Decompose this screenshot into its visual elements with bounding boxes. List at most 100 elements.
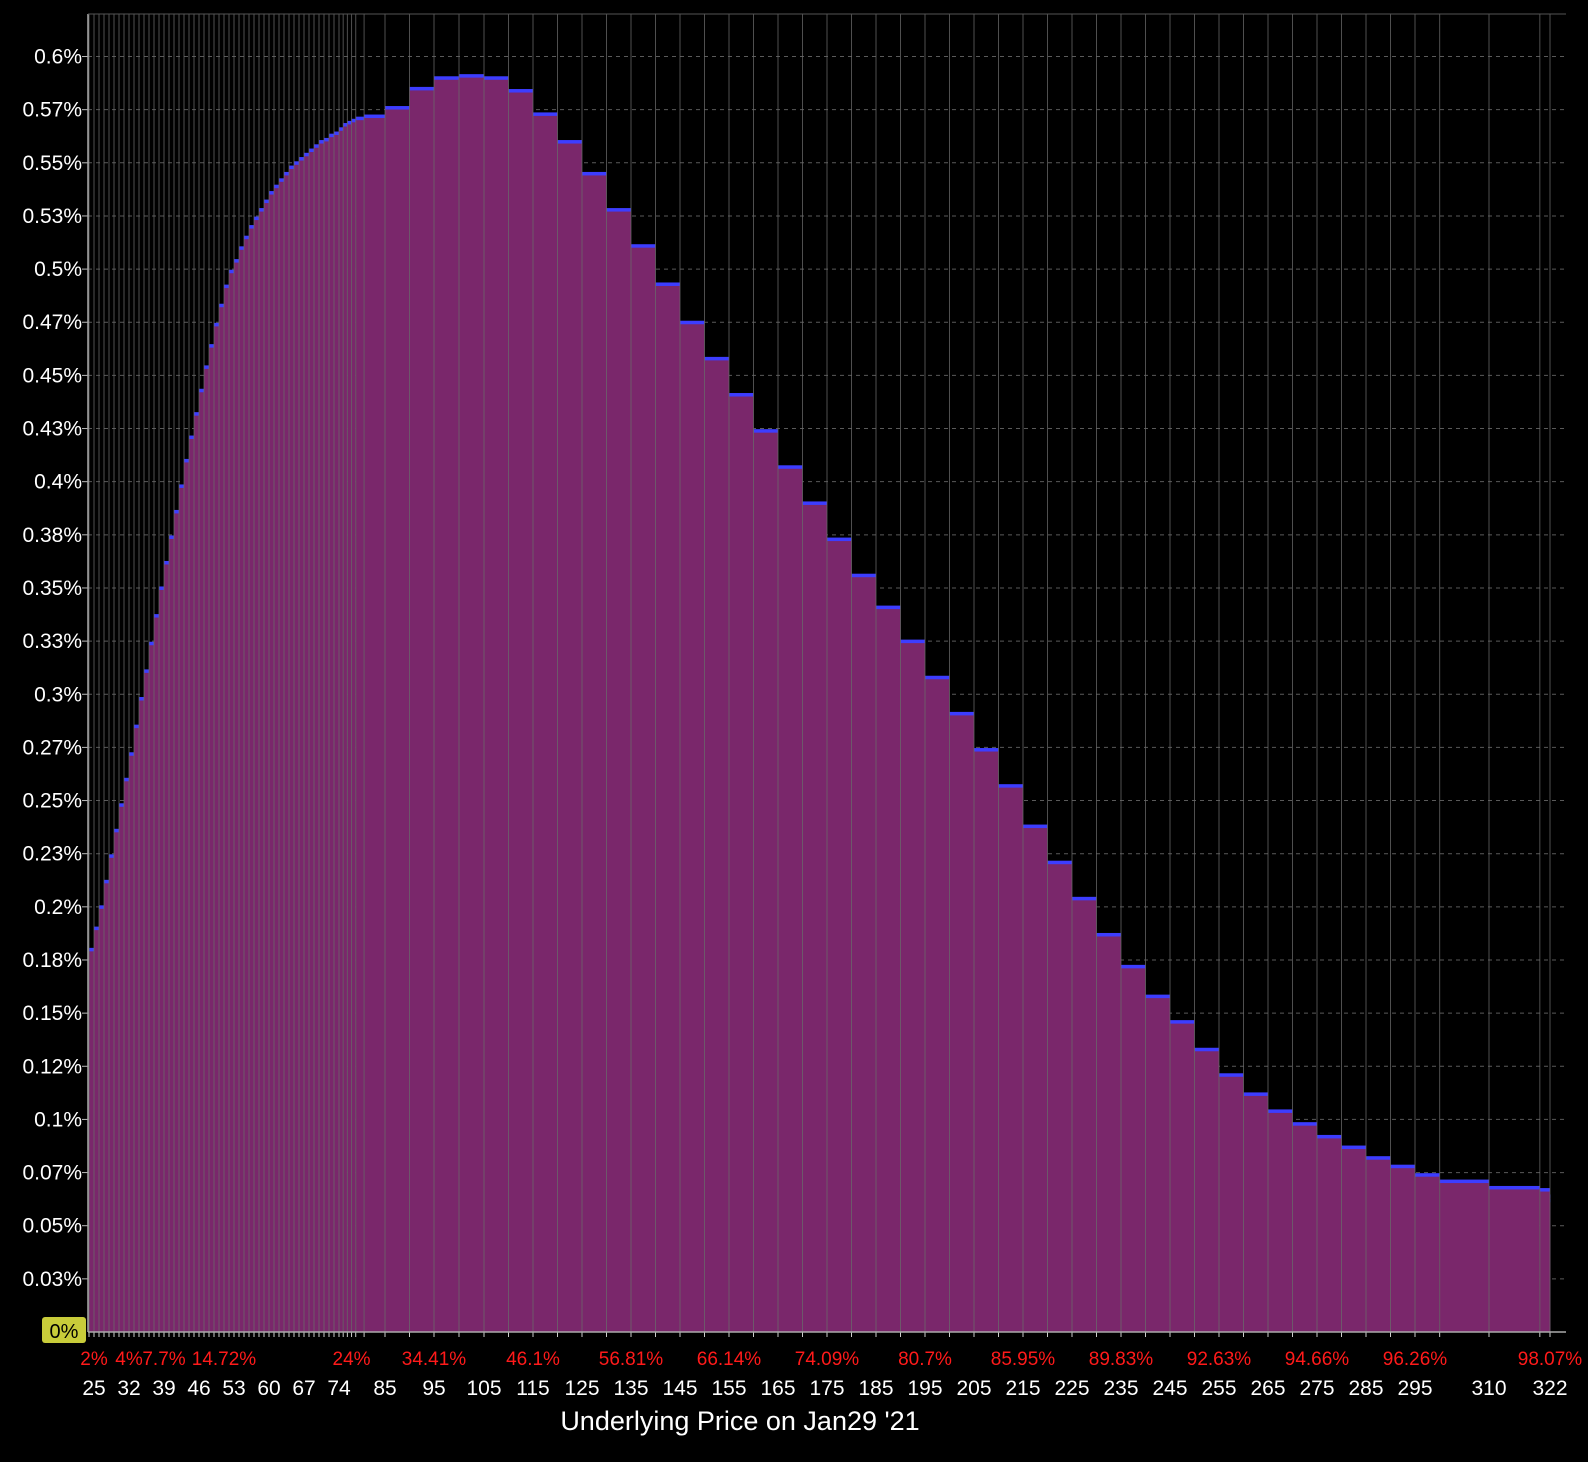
bar-cap: [802, 501, 827, 505]
x-tick-label: 175: [809, 1377, 844, 1400]
bar: [1219, 1074, 1244, 1332]
bar-cap: [355, 116, 365, 121]
x-tick-label: 125: [564, 1377, 599, 1400]
bar: [753, 430, 778, 1332]
x-tick-label: 67: [292, 1377, 315, 1400]
bar-cap: [264, 199, 269, 204]
bar-cap: [284, 171, 289, 176]
bar-cap: [1023, 824, 1048, 829]
y-tick-label: 0.05%: [22, 1215, 82, 1238]
x-tick-label: 185: [858, 1377, 893, 1400]
bar: [606, 209, 631, 1332]
bar-cap: [334, 131, 339, 136]
y-tick-label: 0.45%: [22, 364, 82, 387]
bar-cap: [582, 171, 607, 176]
bar-cap: [319, 140, 324, 144]
bar: [533, 113, 558, 1333]
x-tick-label: 265: [1250, 1377, 1285, 1400]
bar-cap: [1047, 860, 1072, 865]
bar: [557, 141, 582, 1333]
bar-cap: [385, 106, 410, 110]
bar: [259, 209, 264, 1332]
bar: [1023, 826, 1048, 1332]
bar: [179, 485, 184, 1332]
y-tick-label: 0.4%: [34, 471, 82, 494]
bar: [1170, 1021, 1195, 1332]
bar: [189, 437, 194, 1332]
bar-cap: [194, 412, 199, 416]
bar-cap: [299, 157, 304, 161]
bar-cap: [209, 344, 214, 348]
cumulative-label: 74.09%: [795, 1349, 860, 1370]
bar-cap: [109, 854, 114, 858]
bar-cap: [1096, 932, 1121, 937]
bar: [314, 145, 319, 1332]
bar-cap: [89, 947, 94, 952]
bar-cap: [1219, 1073, 1244, 1077]
cumulative-label: 96.26%: [1383, 1349, 1448, 1370]
bar: [1439, 1181, 1489, 1332]
x-tick-label: 32: [117, 1377, 140, 1400]
bar-cap: [925, 675, 950, 680]
cumulative-label: 14.72%: [192, 1349, 257, 1370]
y-tick-label: 0.15%: [22, 1002, 82, 1025]
bar-cap: [347, 120, 352, 125]
bar: [234, 260, 239, 1333]
bar-cap: [134, 724, 139, 729]
bar: [434, 77, 459, 1333]
x-tick-label: 165: [760, 1377, 795, 1400]
bar: [329, 135, 334, 1332]
bar: [1390, 1166, 1415, 1332]
bar-cap: [1268, 1109, 1293, 1113]
bar-cap: [1539, 1188, 1550, 1192]
bar: [149, 643, 154, 1332]
bar-cap: [557, 140, 582, 144]
cumulative-label: 46.1%: [506, 1349, 560, 1370]
bar-cap: [949, 711, 974, 716]
bar: [139, 698, 144, 1332]
bar-cap: [104, 879, 109, 884]
bar-cap: [484, 76, 509, 80]
bar-cap: [704, 356, 729, 361]
x-tick-label: 105: [466, 1377, 501, 1400]
bar: [1366, 1157, 1391, 1332]
cumulative-label: 56.81%: [599, 1349, 664, 1370]
bar-cap: [244, 235, 249, 240]
bar: [129, 753, 134, 1332]
bar-cap: [159, 586, 164, 590]
x-tick-label: 25: [82, 1377, 105, 1400]
bar-cap: [1439, 1179, 1489, 1184]
bar: [154, 615, 159, 1332]
bar: [778, 466, 803, 1333]
bar-cap: [343, 123, 348, 127]
bar: [209, 345, 214, 1332]
bar: [114, 830, 119, 1332]
cumulative-label: 4%: [115, 1349, 143, 1370]
bar: [355, 118, 365, 1332]
bar: [334, 133, 339, 1332]
bar-cap: [778, 465, 803, 469]
cumulative-label: 92.63%: [1187, 1349, 1252, 1370]
y-tick-label: 0.6%: [34, 46, 82, 69]
bar: [851, 575, 876, 1332]
bar-cap: [224, 284, 229, 289]
bar: [802, 502, 827, 1332]
x-tick-label: 95: [422, 1377, 445, 1400]
y-tick-label: 0.27%: [22, 736, 82, 759]
bar: [1292, 1123, 1317, 1332]
bar: [1047, 862, 1072, 1332]
y-tick-label: 0.57%: [22, 99, 82, 122]
cumulative-label: 34.41%: [402, 1349, 467, 1370]
bar: [174, 511, 179, 1332]
x-tick-label: 195: [907, 1377, 942, 1400]
bar-cap: [314, 144, 319, 148]
bar: [324, 139, 329, 1332]
bar: [214, 324, 219, 1332]
y-tick-label: 0.35%: [22, 577, 82, 600]
bar-cap: [114, 828, 119, 833]
y-tick-label: 0.5%: [34, 258, 82, 281]
bar: [351, 120, 356, 1333]
bar: [284, 173, 289, 1332]
bar-cap: [1415, 1173, 1440, 1177]
bar-cap: [154, 614, 159, 618]
